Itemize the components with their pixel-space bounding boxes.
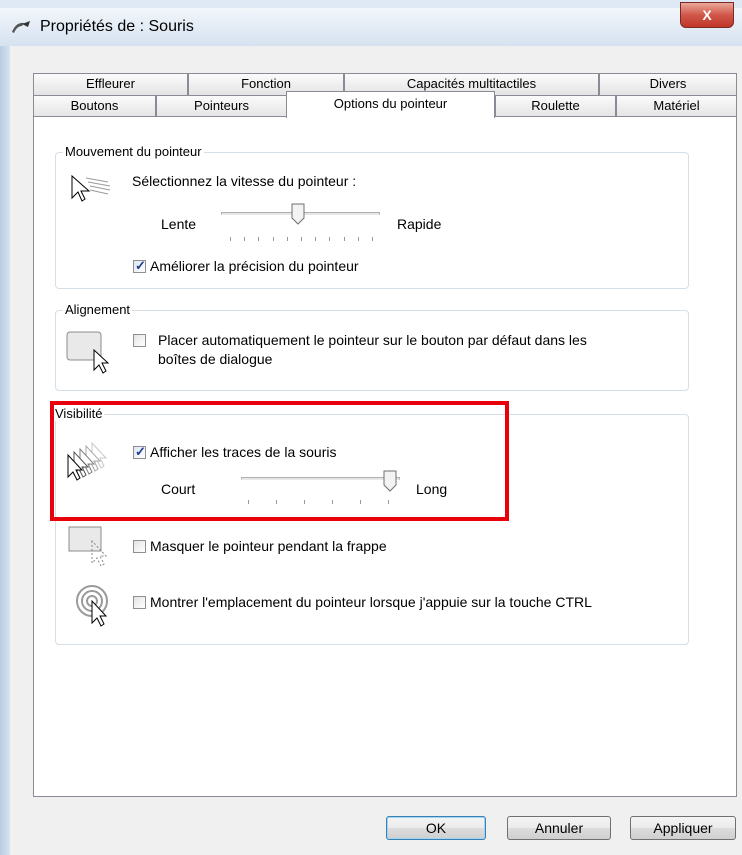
show-location-icon xyxy=(76,585,108,627)
slider-tick xyxy=(230,237,231,241)
motion-group-title: Mouvement du pointeur xyxy=(63,144,204,159)
tab-boutons[interactable]: Boutons xyxy=(33,95,156,117)
window-border xyxy=(0,46,10,855)
slider-tick xyxy=(272,237,274,241)
speed-fast-label: Rapide xyxy=(397,216,442,232)
slider-tick xyxy=(372,237,373,241)
precision-checkbox[interactable]: ✓ xyxy=(133,258,146,273)
show-location-checkbox[interactable] xyxy=(133,596,146,609)
apply-button[interactable]: Appliquer xyxy=(630,816,736,840)
precision-label: Améliorer la précision du pointeur xyxy=(150,258,359,274)
mouse-properties-icon xyxy=(12,21,30,33)
snap-label-line1: Placer automatiquement le pointeur sur l… xyxy=(158,332,587,348)
cancel-button[interactable]: Annuler xyxy=(507,816,611,840)
highlight-box xyxy=(50,401,509,521)
slider-tick xyxy=(357,237,359,241)
window-title: Propriétés de : Souris xyxy=(40,18,194,35)
slider-tick xyxy=(343,237,345,241)
slider-tick xyxy=(258,237,260,241)
hide-while-typing-icon xyxy=(68,526,108,567)
speed-slow-label: Lente xyxy=(161,216,197,232)
hide-while-typing-label: Masquer le pointeur pendant la frappe xyxy=(150,538,387,554)
checkmark-icon: ✓ xyxy=(135,258,146,273)
slider-tick xyxy=(315,237,317,241)
tab-effleurer[interactable]: Effleurer xyxy=(33,73,188,95)
snap-checkbox[interactable] xyxy=(133,334,146,347)
snap-group xyxy=(55,310,689,391)
hide-while-typing-checkbox[interactable] xyxy=(133,540,146,553)
slider-tick xyxy=(329,237,331,241)
slider-tick xyxy=(286,237,288,241)
show-location-label: Montrer l'emplacement du pointeur lorsqu… xyxy=(150,594,592,610)
slider-tick xyxy=(244,237,246,241)
speed-slider-thumb[interactable] xyxy=(291,203,305,225)
tab-options-du-pointeur[interactable]: Options du pointeur xyxy=(286,91,495,118)
slider-tick xyxy=(301,237,302,241)
tab-materiel[interactable]: Matériel xyxy=(616,95,737,117)
snap-label-line2: boîtes de dialogue xyxy=(158,351,273,367)
close-button[interactable]: X xyxy=(680,2,734,28)
speed-prompt: Sélectionnez la vitesse du pointeur : xyxy=(132,173,357,189)
pointer-speed-icon xyxy=(71,174,111,202)
tab-divers[interactable]: Divers xyxy=(599,73,737,95)
snap-to-default-icon xyxy=(66,331,110,374)
tab-pointeurs[interactable]: Pointeurs xyxy=(156,95,287,117)
tab-roulette[interactable]: Roulette xyxy=(495,95,616,117)
ok-button[interactable]: OK xyxy=(386,816,486,840)
snap-group-title: Alignement xyxy=(63,302,133,317)
